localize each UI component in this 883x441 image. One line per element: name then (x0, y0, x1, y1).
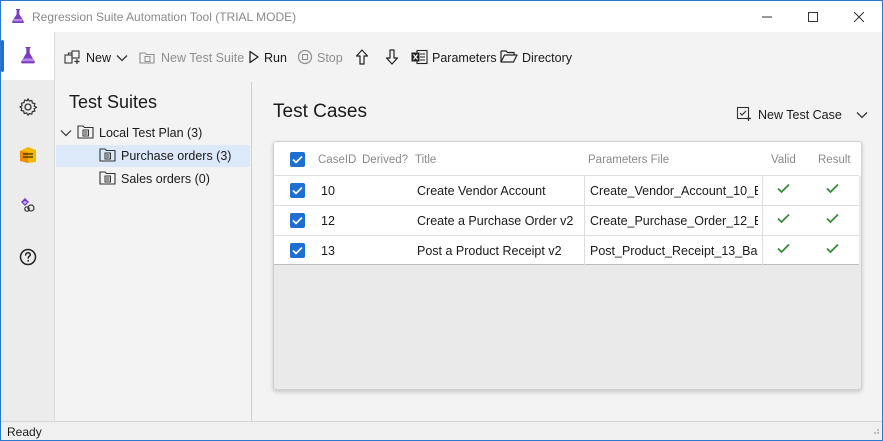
stop-label: Stop (317, 51, 343, 65)
close-button[interactable] (836, 1, 882, 32)
cell-parameters-file[interactable]: Create_Purchase_Order_12_Base (590, 214, 758, 228)
suite-label: Sales orders (0) (121, 172, 210, 186)
cell-title: Create Vendor Account (417, 184, 546, 198)
rail-devops-button[interactable] (1, 132, 54, 180)
rail-help-button[interactable] (1, 234, 54, 282)
cell-title: Create a Purchase Order v2 (417, 214, 574, 228)
folder-open-icon (500, 49, 518, 67)
arrow-up-icon (355, 48, 369, 68)
table-row[interactable]: 10 Create Vendor Account Create_Vendor_A… (274, 175, 859, 206)
result-check-icon (826, 243, 839, 257)
valid-check-icon (777, 243, 790, 257)
automation-icon (18, 195, 38, 218)
status-bar: Ready (1, 421, 882, 440)
excel-icon (411, 49, 428, 68)
rail-settings-button[interactable] (1, 84, 54, 132)
minimize-button[interactable] (744, 1, 790, 32)
status-text: Ready (7, 425, 42, 439)
column-separator (762, 236, 763, 266)
header-derived[interactable]: Derived? (362, 154, 408, 166)
new-test-suite-icon (139, 49, 157, 68)
new-test-suite-label: New Test Suite (161, 51, 245, 65)
new-dropdown-button[interactable] (116, 48, 128, 68)
new-test-case-button[interactable]: New Test Case (736, 105, 868, 125)
new-label: New (86, 51, 112, 65)
cell-title: Post a Product Receipt v2 (417, 244, 562, 258)
test-plan-icon (77, 124, 94, 142)
column-separator (584, 206, 585, 236)
column-separator (762, 206, 763, 236)
suite-label: Purchase orders (3) (121, 149, 232, 163)
test-plan-label: Local Test Plan (3) (99, 126, 203, 140)
column-separator (584, 236, 585, 266)
select-all-checkbox[interactable] (290, 152, 305, 167)
chevron-down-icon (60, 126, 72, 140)
cell-case-id: 12 (321, 214, 335, 228)
column-separator (762, 176, 763, 206)
new-test-case-icon (736, 106, 752, 125)
cell-case-id: 13 (321, 244, 335, 258)
navigation-rail (1, 32, 55, 421)
valid-check-icon (777, 183, 790, 197)
row-checkbox[interactable] (290, 243, 305, 258)
app-window: Regression Suite Automation Tool (TRIAL … (0, 0, 883, 441)
new-test-plan-icon (64, 49, 82, 68)
grid-header: CaseID Derived? Title Parameters File Va… (274, 142, 861, 176)
toolbar: New New Test Suite Run Stop Parameters D… (55, 32, 882, 82)
play-icon (248, 50, 260, 67)
new-test-case-label: New Test Case (758, 108, 842, 122)
column-separator (584, 176, 585, 206)
directory-label: Directory (522, 51, 573, 65)
table-row[interactable]: 12 Create a Purchase Order v2 Create_Pur… (274, 205, 859, 236)
new-test-suite-button[interactable]: New Test Suite (139, 48, 244, 68)
devops-icon (18, 145, 38, 168)
tree-item-sales-orders[interactable]: Sales orders (0) (99, 168, 210, 190)
header-result[interactable]: Result (818, 154, 851, 166)
run-button[interactable]: Run (248, 48, 287, 68)
header-valid[interactable]: Valid (771, 154, 796, 166)
header-title[interactable]: Title (415, 154, 436, 166)
test-cases-grid: CaseID Derived? Title Parameters File Va… (273, 141, 862, 390)
title-bar: Regression Suite Automation Tool (TRIAL … (1, 1, 882, 32)
window-title: Regression Suite Automation Tool (TRIAL … (32, 10, 297, 24)
result-check-icon (826, 183, 839, 197)
cell-case-id: 10 (321, 184, 335, 198)
tree-item-purchase-orders[interactable]: Purchase orders (3) (56, 145, 250, 167)
suites-title: Test Suites (69, 92, 158, 112)
resize-grip-icon[interactable] (870, 424, 880, 438)
gear-icon (18, 97, 38, 120)
move-up-button[interactable] (355, 48, 369, 68)
table-row[interactable]: 13 Post a Product Receipt v2 Post_Produc… (274, 235, 859, 266)
result-check-icon (826, 213, 839, 227)
run-label: Run (264, 51, 287, 65)
move-down-button[interactable] (385, 48, 399, 68)
parameters-label: Parameters (432, 51, 497, 65)
header-case-id[interactable]: CaseID (318, 154, 356, 166)
directory-button[interactable]: Directory (500, 48, 572, 68)
rail-test-cases-button[interactable] (1, 32, 54, 80)
test-suites-pane: Test Suites Local Test Plan (3) Purchase… (55, 82, 252, 421)
maximize-button[interactable] (790, 1, 836, 32)
cases-title: Test Cases (273, 101, 367, 122)
row-checkbox[interactable] (290, 183, 305, 198)
header-parameters-file[interactable]: Parameters File (588, 154, 669, 166)
help-icon (19, 248, 37, 269)
chevron-down-icon (116, 51, 128, 65)
test-suite-icon (99, 147, 116, 165)
cell-parameters-file[interactable]: Post_Product_Receipt_13_Base.x (590, 244, 758, 258)
stop-icon (297, 49, 313, 68)
chevron-down-icon[interactable] (856, 108, 868, 122)
row-checkbox[interactable] (290, 213, 305, 228)
arrow-down-icon (385, 48, 399, 68)
flask-icon (18, 45, 38, 68)
tree-item-test-plan[interactable]: Local Test Plan (3) (60, 122, 250, 144)
parameters-button[interactable]: Parameters (411, 48, 497, 68)
flask-icon (10, 8, 26, 24)
stop-button[interactable]: Stop (297, 48, 343, 68)
cell-parameters-file[interactable]: Create_Vendor_Account_10_Bas (590, 184, 758, 198)
rail-automation-button[interactable] (1, 182, 54, 230)
test-suite-icon (99, 170, 116, 188)
new-button[interactable]: New (64, 48, 111, 68)
valid-check-icon (777, 213, 790, 227)
